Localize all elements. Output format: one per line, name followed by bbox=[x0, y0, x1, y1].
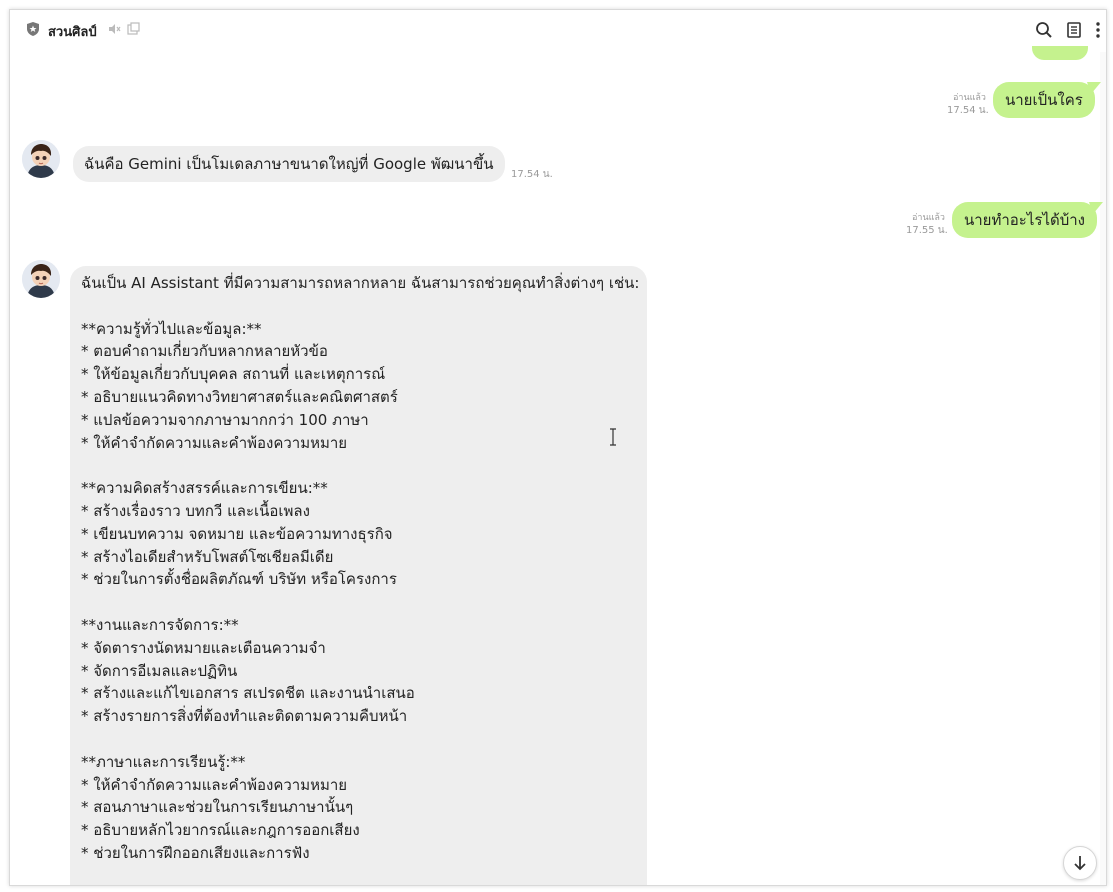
message-time: 17.54 น. bbox=[947, 105, 989, 116]
search-icon[interactable] bbox=[1034, 20, 1054, 40]
avatar-image bbox=[22, 140, 60, 178]
previous-message-bubble bbox=[1032, 46, 1088, 60]
read-receipt: อ่านแล้ว bbox=[953, 93, 986, 103]
text-cursor-icon bbox=[610, 428, 616, 446]
incoming-message[interactable]: ฉันคือ Gemini เป็นโมเดลภาษาขนาดใหญ่ที่ G… bbox=[73, 146, 505, 182]
more-vertical-icon[interactable] bbox=[1092, 20, 1104, 40]
message-text: ฉันเป็น AI Assistant ที่มีความสามารถหลาก… bbox=[81, 274, 640, 862]
outgoing-message[interactable]: นายเป็นใคร bbox=[993, 82, 1101, 118]
chat-header: สวนศิลป์ bbox=[10, 10, 1106, 52]
message-time: 17.55 น. bbox=[906, 225, 948, 236]
avatar[interactable] bbox=[22, 140, 60, 178]
message-text: นายทำอะไรได้บ้าง bbox=[964, 211, 1085, 229]
notes-icon[interactable] bbox=[1064, 20, 1084, 40]
bubble-tail bbox=[1089, 202, 1103, 214]
shield-star-icon bbox=[27, 22, 39, 36]
popout-icon[interactable] bbox=[127, 22, 140, 35]
bubble-tail bbox=[1086, 82, 1101, 94]
mute-icon bbox=[109, 24, 121, 34]
outgoing-message[interactable]: นายทำอะไรได้บ้าง bbox=[952, 202, 1103, 238]
incoming-message-long[interactable]: ฉันเป็น AI Assistant ที่มีความสามารถหลาก… bbox=[70, 266, 647, 885]
avatar[interactable] bbox=[22, 260, 60, 298]
room-title[interactable]: สวนศิลป์ bbox=[48, 21, 97, 42]
message-time: 17.54 น. bbox=[511, 169, 553, 180]
message-text: นายเป็นใคร bbox=[1005, 91, 1083, 109]
scrollbar[interactable] bbox=[1100, 52, 1106, 885]
avatar-image bbox=[22, 260, 60, 298]
message-text: ฉันคือ Gemini เป็นโมเดลภาษาขนาดใหญ่ที่ G… bbox=[84, 155, 494, 173]
chat-window: สวนศิลป์ อ่านแล้ว 17.54 น. นายเป็นใคร ฉั… bbox=[9, 9, 1107, 886]
arrow-down-icon bbox=[1074, 856, 1086, 871]
scroll-to-bottom-button[interactable] bbox=[1063, 846, 1097, 880]
read-receipt: อ่านแล้ว bbox=[912, 213, 945, 223]
